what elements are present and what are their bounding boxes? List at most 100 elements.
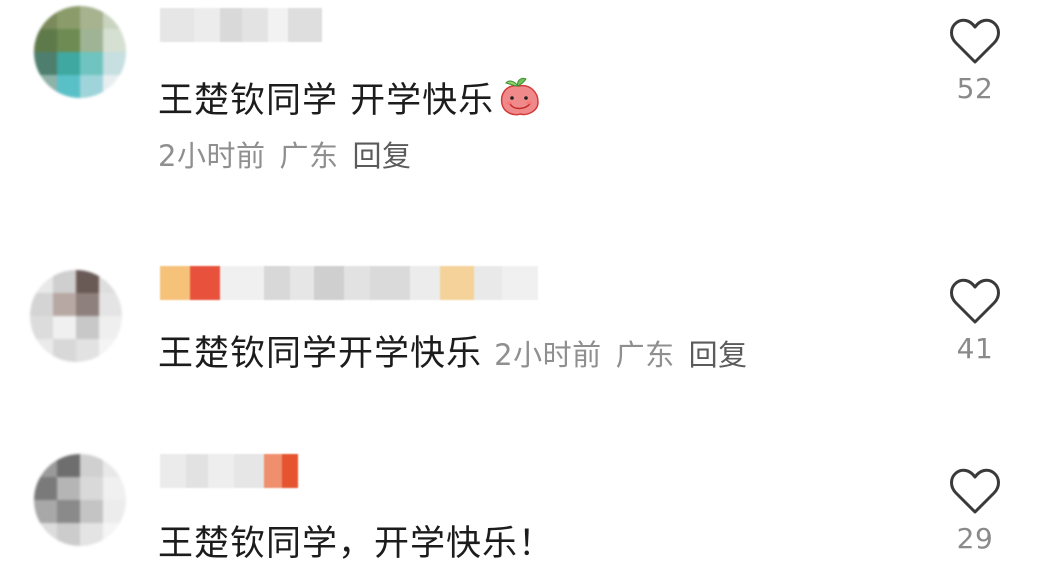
username-pixel <box>160 8 194 42</box>
avatar-pixel <box>80 454 103 477</box>
avatar-pixel <box>30 270 53 293</box>
comment-time: 2小时前 <box>494 338 602 372</box>
comment-location: 广东 <box>615 338 675 372</box>
avatar-pixel <box>30 293 53 316</box>
avatar-pixel <box>103 454 126 477</box>
username-pixel <box>190 266 220 300</box>
avatar-pixel <box>53 270 76 293</box>
avatar-pixel <box>53 293 76 316</box>
avatar-pixel <box>103 500 126 523</box>
avatar-pixel <box>34 500 57 523</box>
like-count: 52 <box>956 72 994 105</box>
avatar-pixel <box>80 29 103 52</box>
avatar-pixel <box>57 52 80 75</box>
comment-time: 2小时前 <box>158 139 266 173</box>
like-control[interactable]: 41 <box>945 278 1005 365</box>
heart-icon[interactable] <box>948 468 1002 516</box>
username-pixel <box>282 454 298 488</box>
username-pixel <box>288 8 322 42</box>
avatar-pixel <box>34 523 57 546</box>
avatar-pixel <box>57 6 80 29</box>
username[interactable] <box>160 266 538 300</box>
like-control[interactable]: 29 <box>945 468 1005 555</box>
username[interactable] <box>160 8 322 42</box>
peach-emoji-icon <box>501 77 539 116</box>
username-pixel <box>344 266 370 300</box>
comment-meta: 2小时前 广东 回复 <box>158 138 411 174</box>
avatar-pixel <box>57 29 80 52</box>
avatar-pixel <box>103 29 126 52</box>
username-pixel <box>370 266 410 300</box>
avatar-pixel <box>53 339 76 362</box>
avatar-pixel <box>99 316 122 339</box>
username-pixel <box>160 454 186 488</box>
username-pixel <box>220 266 264 300</box>
username-pixel <box>186 454 208 488</box>
avatar-pixel <box>34 52 57 75</box>
reply-button[interactable]: 回复 <box>689 338 748 372</box>
avatar-pixel <box>80 75 103 98</box>
username-pixel <box>220 8 242 42</box>
comment-body: 王楚钦同学开学快乐 <box>158 334 483 374</box>
comment-location: 广东 <box>279 139 339 173</box>
avatar-pixel <box>80 6 103 29</box>
avatar-pixel <box>57 454 80 477</box>
avatar-pixel <box>34 454 57 477</box>
avatar-pixel <box>103 523 126 546</box>
username-pixel <box>268 8 288 42</box>
avatar-pixel <box>76 316 99 339</box>
avatar-pixel <box>57 477 80 500</box>
username-pixel <box>502 266 538 300</box>
avatar-pixel <box>80 52 103 75</box>
avatar-pixel <box>30 316 53 339</box>
username-pixel <box>160 266 190 300</box>
avatar-pixel <box>53 316 76 339</box>
comment-body: 王楚钦同学 开学快乐 <box>158 81 495 121</box>
avatar-pixel <box>34 75 57 98</box>
username[interactable] <box>160 454 298 488</box>
avatar-pixel <box>99 293 122 316</box>
comment-item: 王楚钦同学开学快乐 2小时前 广东 回复 41 <box>0 250 1042 430</box>
like-count: 29 <box>956 522 994 555</box>
username-pixel <box>290 266 314 300</box>
avatar-pixel <box>76 293 99 316</box>
reply-button[interactable]: 回复 <box>352 139 411 173</box>
avatar[interactable] <box>30 270 122 362</box>
avatar-pixel <box>103 477 126 500</box>
comment-body: 王楚钦同学，开学快乐！ <box>158 524 555 564</box>
avatar-pixel <box>57 523 80 546</box>
avatar-pixel <box>34 477 57 500</box>
avatar-pixel <box>80 500 103 523</box>
avatar-pixel <box>103 6 126 29</box>
avatar-pixel <box>34 6 57 29</box>
avatar-pixel <box>57 75 80 98</box>
username-pixel <box>234 454 264 488</box>
comment-item: 王楚钦同学 开学快乐 2小时前 广东 回复 52 <box>0 0 1042 210</box>
comment-text: 王楚钦同学，开学快乐！ <box>158 522 554 566</box>
username-pixel <box>440 266 474 300</box>
avatar-pixel <box>80 477 103 500</box>
avatar-pixel <box>99 270 122 293</box>
avatar-pixel <box>34 29 57 52</box>
avatar[interactable] <box>34 6 126 98</box>
avatar-pixel <box>30 339 53 362</box>
avatar-pixel <box>103 75 126 98</box>
avatar[interactable] <box>34 454 126 546</box>
username-pixel <box>264 454 282 488</box>
username-pixel <box>410 266 440 300</box>
username-pixel <box>264 266 290 300</box>
avatar-pixel <box>57 500 80 523</box>
heart-icon[interactable] <box>948 18 1002 66</box>
username-pixel <box>474 266 502 300</box>
username-pixel <box>242 8 268 42</box>
username-pixel <box>208 454 234 488</box>
avatar-pixel <box>103 52 126 75</box>
comment-text: 王楚钦同学开学快乐 2小时前 广东 回复 <box>158 332 748 377</box>
comment-meta: 2小时前 广东 回复 <box>494 338 747 372</box>
like-control[interactable]: 52 <box>945 18 1005 105</box>
comment-item: 王楚钦同学，开学快乐！ 29 <box>0 440 1042 576</box>
comment-text: 王楚钦同学 开学快乐 <box>158 74 542 123</box>
like-count: 41 <box>956 332 994 365</box>
avatar-pixel <box>80 523 103 546</box>
heart-icon[interactable] <box>948 278 1002 326</box>
